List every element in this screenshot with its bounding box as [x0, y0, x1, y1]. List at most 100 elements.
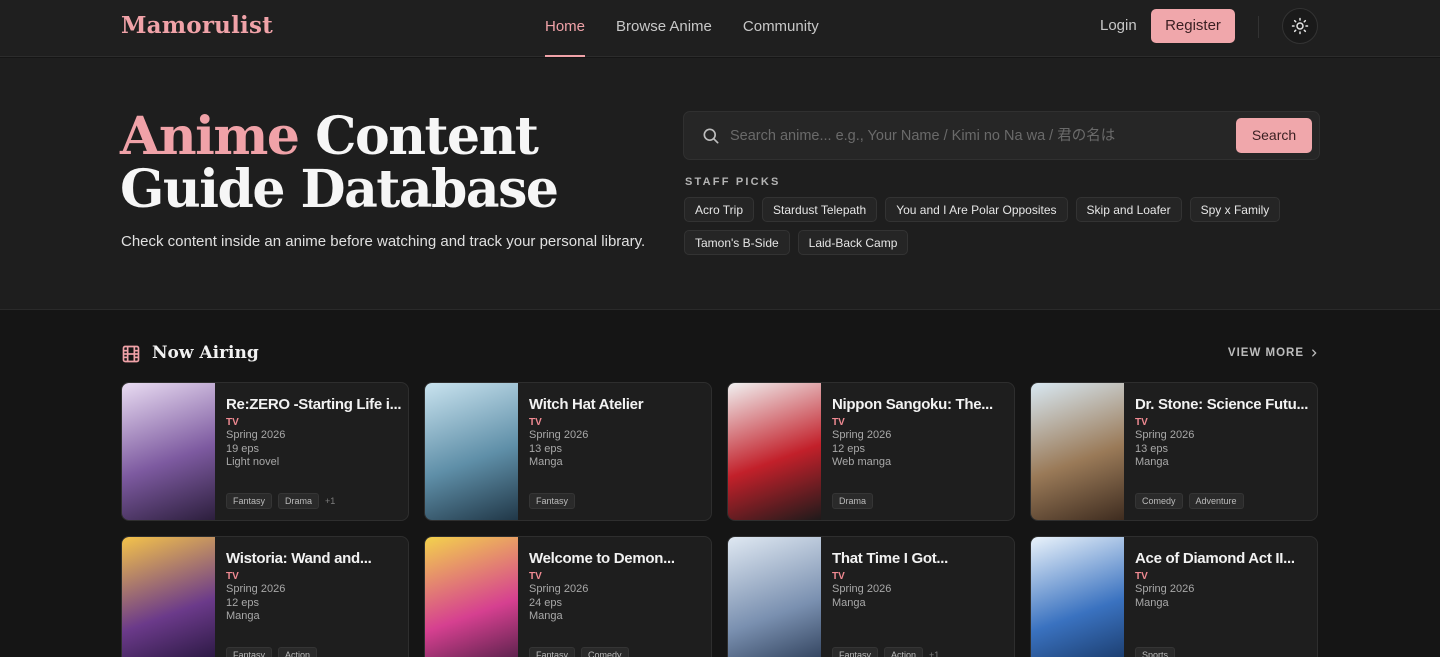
search-input[interactable] — [730, 112, 1230, 159]
anime-poster[interactable] — [425, 537, 518, 657]
anime-type: TV — [832, 571, 845, 582]
top-navbar: Mamorulist Home Browse Anime Community L… — [0, 0, 1440, 57]
hero-title-word: Content — [315, 106, 539, 167]
anime-title[interactable]: Dr. Stone: Science Futu... — [1135, 395, 1311, 414]
anime-card[interactable]: Wistoria: Wand and... TV Spring 2026 12 eps… — [121, 536, 409, 657]
anime-card[interactable]: Welcome to Demon... TV Spring 2026 24 eps Ma… — [424, 536, 712, 657]
genre-tag[interactable]: Comedy — [1135, 493, 1183, 509]
staff-pick-chip[interactable]: Laid-Back Camp — [797, 230, 909, 255]
anime-poster[interactable] — [1031, 383, 1124, 520]
anime-episodes: 13 eps — [529, 442, 563, 455]
anime-type: TV — [226, 571, 239, 582]
anime-title[interactable]: Witch Hat Atelier — [529, 395, 705, 414]
more-tags-count: +1 — [325, 496, 336, 506]
nav-browse-anime[interactable]: Browse Anime — [616, 0, 712, 57]
anime-title[interactable]: That Time I Got... — [832, 549, 1008, 568]
anime-season: Spring 2026 — [529, 429, 589, 441]
anime-source: Manga — [1135, 456, 1169, 468]
anime-type: TV — [529, 417, 542, 428]
anime-source: Manga — [832, 596, 866, 609]
more-tags-count: +1 — [929, 650, 940, 657]
anime-title[interactable]: Re:ZERO -Starting Life i... — [226, 395, 402, 414]
genre-tag[interactable]: Sports — [1135, 647, 1176, 657]
anime-card[interactable]: Dr. Stone: Science Futu... TV Spring 2026 1… — [1030, 382, 1318, 521]
anime-poster[interactable] — [122, 383, 215, 520]
anime-type: TV — [226, 417, 239, 428]
genre-tag[interactable]: Fantasy — [226, 493, 273, 509]
anime-source: Manga — [226, 610, 260, 622]
chevron-right-icon — [1312, 349, 1317, 357]
main-nav: Home Browse Anime Community — [545, 0, 819, 57]
genre-tag[interactable]: Fantasy — [529, 493, 576, 509]
login-link[interactable]: Login — [1100, 17, 1137, 34]
anime-poster[interactable] — [425, 383, 518, 520]
anime-card-info: Re:ZERO -Starting Life i... TV Spring 2026… — [226, 395, 402, 470]
anime-poster[interactable] — [728, 383, 821, 520]
anime-type: TV — [1135, 417, 1148, 428]
anime-card[interactable]: Re:ZERO -Starting Life i... TV Spring 2026… — [121, 382, 409, 521]
anime-poster[interactable] — [122, 537, 215, 657]
anime-type: TV — [832, 417, 845, 428]
genre-tag[interactable]: Drama — [832, 493, 874, 509]
nav-community[interactable]: Community — [743, 0, 819, 57]
anime-poster[interactable] — [1031, 537, 1124, 657]
anime-season: Spring 2026 — [226, 429, 286, 441]
genre-tag[interactable]: Action — [278, 647, 318, 657]
anime-card-info: Welcome to Demon... TV Spring 2026 24 eps Ma… — [529, 549, 705, 624]
genre-tags: Comedy Adventure — [1135, 493, 1244, 509]
genre-tags: Fantasy Action — [226, 647, 318, 657]
staff-pick-chip[interactable]: Stardust Telepath — [762, 197, 878, 222]
anime-source: Web manga — [832, 456, 892, 468]
genre-tag[interactable]: Adventure — [1188, 493, 1244, 509]
anime-card-info: Witch Hat Atelier TV Spring 2026 13 eps Mang… — [529, 395, 705, 470]
staff-picks-list: Acro Trip Stardust Telepath You and I Ar… — [684, 197, 1324, 255]
anime-title[interactable]: Ace of Diamond Act II... — [1135, 549, 1311, 568]
anime-episodes: 13 eps — [1135, 442, 1169, 455]
anime-title[interactable]: Welcome to Demon... — [529, 549, 705, 568]
genre-tags: Sports — [1135, 647, 1176, 657]
anime-card-info: That Time I Got... TV Spring 2026 Manga — [832, 549, 1008, 610]
anime-episodes: 12 eps — [832, 442, 866, 455]
genre-tags: Fantasy Drama +1 — [226, 493, 335, 509]
genre-tag[interactable]: Fantasy — [226, 647, 273, 657]
theme-toggle-button[interactable] — [1282, 8, 1318, 44]
anime-season: Spring 2026 — [1135, 429, 1195, 441]
genre-tag[interactable]: Drama — [278, 493, 320, 509]
view-more-link[interactable]: VIEW MORE — [1228, 347, 1319, 359]
site-logo[interactable]: Mamorulist — [121, 12, 273, 39]
staff-pick-chip[interactable]: You and I Are Polar Opposites — [885, 197, 1068, 222]
anime-card[interactable]: Ace of Diamond Act II... TV Spring 2026 Man… — [1030, 536, 1318, 657]
staff-pick-chip[interactable]: Tamon's B-Side — [684, 230, 790, 255]
anime-card-info: Wistoria: Wand and... TV Spring 2026 12 eps… — [226, 549, 402, 624]
anime-type: TV — [1135, 571, 1148, 582]
anime-card[interactable]: Nippon Sangoku: The... TV Spring 2026 12 ep… — [727, 382, 1015, 521]
anime-season: Spring 2026 — [1135, 583, 1195, 595]
anime-poster[interactable] — [728, 537, 821, 657]
staff-pick-chip[interactable]: Spy x Family — [1189, 197, 1281, 222]
genre-tag[interactable]: Comedy — [581, 647, 629, 657]
nav-home[interactable]: Home — [545, 0, 586, 57]
anime-source: Manga — [529, 610, 563, 622]
anime-title[interactable]: Wistoria: Wand and... — [226, 549, 402, 568]
genre-tags: Fantasy Comedy — [529, 647, 629, 657]
staff-pick-chip[interactable]: Skip and Loafer — [1075, 197, 1182, 222]
anime-source: Manga — [529, 456, 563, 468]
genre-tag[interactable]: Action — [884, 647, 924, 657]
genre-tag[interactable]: Fantasy — [529, 647, 576, 657]
anime-season: Spring 2026 — [226, 583, 286, 595]
anime-card[interactable]: That Time I Got... TV Spring 2026 Manga Fant… — [727, 536, 1015, 657]
anime-episodes: 24 eps — [529, 596, 563, 609]
search-button[interactable]: Search — [1236, 118, 1312, 153]
anime-season: Spring 2026 — [832, 429, 892, 441]
now-airing-header: Now Airing VIEW MORE — [121, 343, 1319, 367]
anime-episodes: 19 eps — [226, 442, 260, 455]
genre-tag[interactable]: Fantasy — [832, 647, 879, 657]
hero-title: Anime Content Guide Database — [120, 110, 559, 216]
staff-pick-chip[interactable]: Acro Trip — [684, 197, 755, 222]
anime-source: Manga — [1135, 596, 1169, 609]
anime-card[interactable]: Witch Hat Atelier TV Spring 2026 13 eps Mang… — [424, 382, 712, 521]
register-button[interactable]: Register — [1151, 9, 1235, 43]
staff-picks-label: STAFF PICKS — [685, 176, 781, 188]
hero-title-line2: Guide Database — [120, 159, 559, 220]
anime-title[interactable]: Nippon Sangoku: The... — [832, 395, 1008, 414]
